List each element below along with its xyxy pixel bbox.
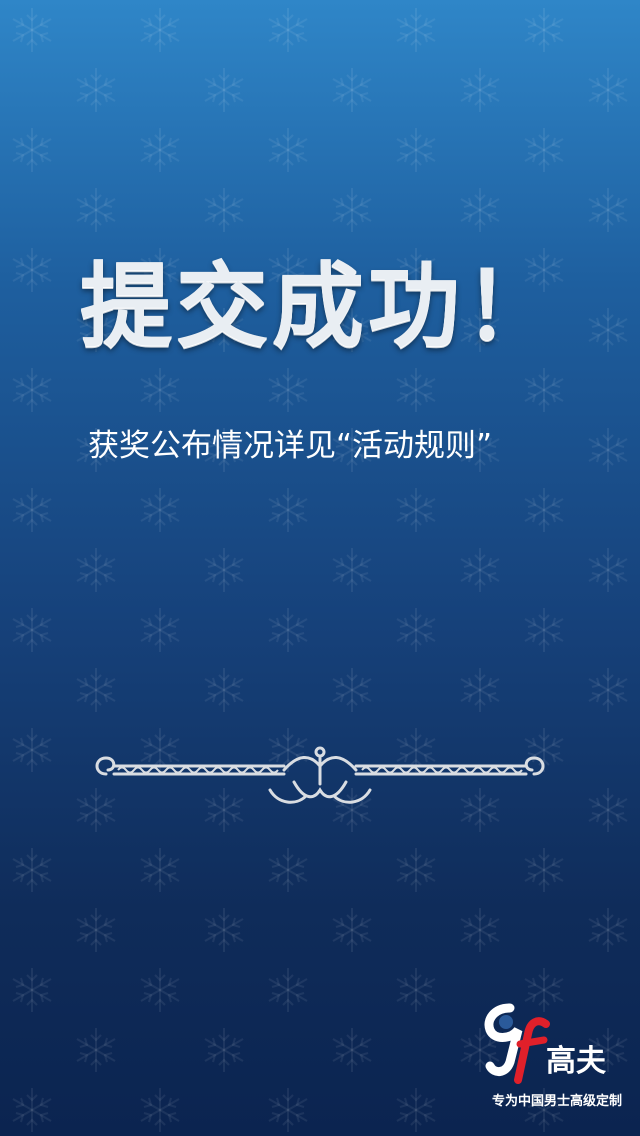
brand-logo: 高夫 专为中国男士高级定制 <box>462 1000 622 1110</box>
result-message: 获奖公布情况详见“活动规则” <box>88 428 493 464</box>
brand-tagline: 专为中国男士高级定制 <box>491 1094 622 1109</box>
brand-name: 高夫 <box>546 1044 606 1079</box>
snowflake-background-icon <box>0 0 640 1136</box>
page-title: 提交成功！ <box>79 253 560 360</box>
ornamental-divider-icon <box>95 746 545 804</box>
